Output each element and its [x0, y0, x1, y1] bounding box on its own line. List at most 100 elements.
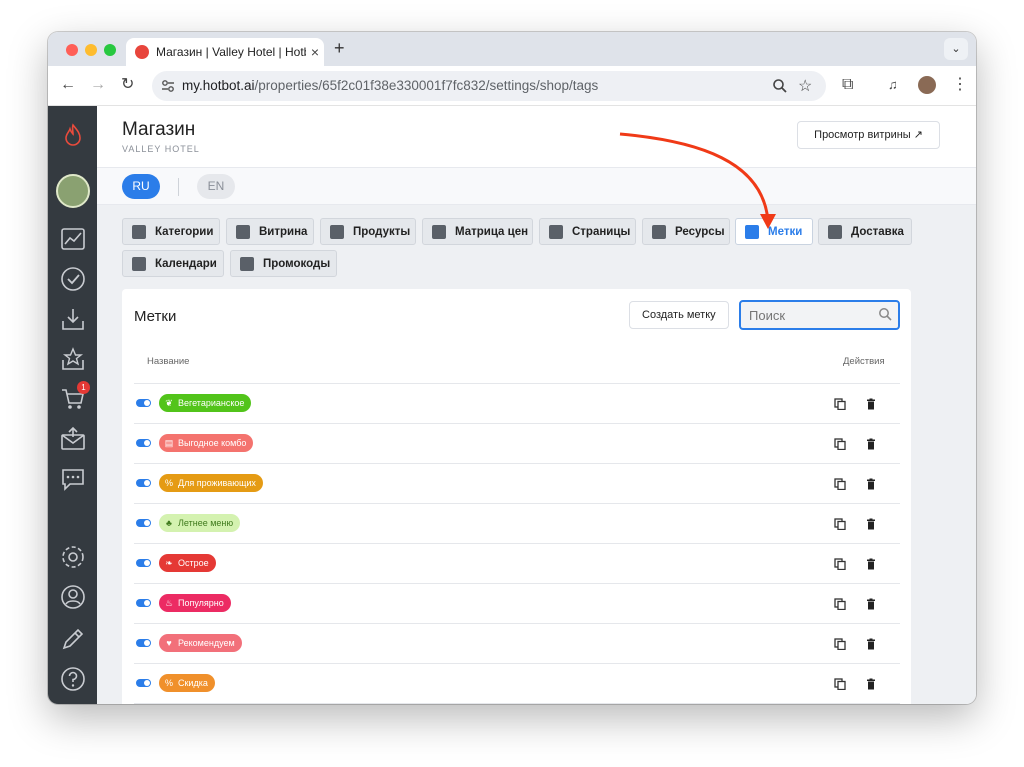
- fire-icon: ♨: [164, 598, 174, 608]
- profile-user-icon[interactable]: [60, 584, 86, 610]
- tag-enabled-toggle[interactable]: [136, 599, 151, 607]
- tag-enabled-toggle[interactable]: [136, 519, 151, 527]
- copy-icon[interactable]: [834, 598, 846, 610]
- table-row: ❧ Острое: [134, 544, 900, 584]
- browser-tab-title: Магазин | Valley Hotel | Hotbot: [156, 45, 306, 59]
- tag-badge: ♥ Рекомендуем: [159, 634, 242, 652]
- search-box: [739, 300, 900, 330]
- url-domain: my.hotbot.ai: [182, 78, 255, 93]
- mailing-envelope-icon[interactable]: [60, 426, 86, 452]
- media-control-icon[interactable]: ♫: [888, 74, 898, 96]
- minimize-window-button[interactable]: [85, 44, 97, 56]
- edit-pencil-icon[interactable]: [60, 626, 86, 652]
- copy-icon[interactable]: [834, 398, 846, 410]
- table-row: ♥ Рекомендуем: [134, 624, 900, 664]
- delete-trash-icon[interactable]: [865, 558, 877, 570]
- tag-name: Рекомендуем: [178, 638, 235, 648]
- create-tag-button[interactable]: Создать метку: [629, 301, 729, 329]
- copy-icon[interactable]: [834, 638, 846, 650]
- copy-icon[interactable]: [834, 518, 846, 530]
- annotation-arrow: [619, 132, 776, 229]
- delete-trash-icon[interactable]: [865, 678, 877, 690]
- url-path: /properties/65f2c01f38e330001f7fc832/set…: [254, 78, 599, 93]
- copy-icon[interactable]: [834, 678, 846, 690]
- tag-name: Для проживающих: [178, 478, 256, 488]
- browser-toolbar: ← → ↻ my.hotbot.ai/properties/65f2c01f38…: [48, 66, 976, 106]
- browser-menu-icon[interactable]: ⋮: [952, 74, 968, 96]
- tag-badge: % Скидка: [159, 674, 215, 692]
- tag-name: Летнее меню: [178, 518, 234, 528]
- leaf-icon: ❦: [165, 398, 173, 408]
- table-row: ♨ Популярно: [134, 584, 900, 624]
- tag-name: Популярно: [178, 598, 224, 608]
- back-icon[interactable]: ←: [60, 74, 76, 96]
- search-input[interactable]: [741, 302, 861, 328]
- promocodes-list-icon: [240, 256, 254, 271]
- site-settings-icon[interactable]: [161, 79, 175, 93]
- url-text: my.hotbot.ai/properties/65f2c01f38e33000…: [182, 78, 598, 93]
- tags-panel: Метки Создать метку Название Действия ❦ В…: [122, 289, 911, 704]
- tab-strip: Магазин | Valley Hotel | Hotbot × + ⌄: [48, 32, 976, 66]
- bookmark-star-icon[interactable]: ☆: [798, 76, 812, 96]
- percent-icon: %: [164, 678, 173, 688]
- extensions-icon[interactable]: ⧉: [842, 74, 853, 96]
- browser-tab[interactable]: Магазин | Valley Hotel | Hotbot ×: [126, 38, 324, 66]
- chat-icon[interactable]: [60, 466, 86, 492]
- tag-name: Скидка: [178, 678, 208, 688]
- delete-trash-icon[interactable]: [865, 638, 877, 650]
- sprout-icon: ♣: [166, 518, 172, 528]
- tag-enabled-toggle[interactable]: [136, 639, 151, 647]
- copy-icon[interactable]: [834, 438, 846, 450]
- tag-enabled-toggle[interactable]: [136, 399, 151, 407]
- help-question-icon[interactable]: [60, 666, 86, 692]
- tag-enabled-toggle[interactable]: [136, 679, 151, 687]
- inbox-download-icon[interactable]: [60, 306, 86, 332]
- heart-icon: ♥: [166, 638, 172, 648]
- copy-icon[interactable]: [834, 478, 846, 490]
- copy-icon[interactable]: [834, 558, 846, 570]
- delete-trash-icon[interactable]: [865, 518, 877, 530]
- hotbot-favicon-icon: [135, 45, 149, 59]
- tags-panel-title: Метки: [134, 308, 177, 325]
- profile-avatar[interactable]: [918, 76, 936, 94]
- settings-gear-icon[interactable]: [60, 544, 86, 570]
- column-header-actions: Действия: [843, 356, 885, 367]
- new-tab-icon[interactable]: +: [334, 38, 345, 59]
- tab-search-chevron-icon[interactable]: ⌄: [944, 38, 968, 60]
- close-window-button[interactable]: [66, 44, 78, 56]
- delete-trash-icon[interactable]: [865, 598, 877, 610]
- maximize-window-button[interactable]: [104, 44, 116, 56]
- app-area: 1 Магазин VALLEY HOTEL Просмотр витрины …: [48, 106, 976, 704]
- search-icon: [879, 308, 892, 321]
- tag-enabled-toggle[interactable]: [136, 439, 151, 447]
- table-row: ❦ Вегетарианское: [134, 384, 900, 424]
- tag-name: Острое: [178, 558, 209, 568]
- combo-icon: ▤: [164, 438, 174, 448]
- reviews-star-icon[interactable]: [60, 346, 86, 372]
- close-tab-icon[interactable]: ×: [306, 44, 324, 60]
- table-row: % Для проживающих: [134, 464, 900, 504]
- reload-icon[interactable]: ↻: [121, 74, 134, 96]
- tag-enabled-toggle[interactable]: [136, 479, 151, 487]
- forward-icon[interactable]: →: [90, 74, 106, 96]
- address-bar[interactable]: my.hotbot.ai/properties/65f2c01f38e33000…: [152, 71, 826, 101]
- tag-badge: ❦ Вегетарианское: [159, 394, 252, 412]
- tag-badge: ▤ Выгодное комбо: [159, 434, 254, 452]
- delete-trash-icon[interactable]: [865, 398, 877, 410]
- tab-label: Промокоды: [263, 257, 331, 270]
- tags-list: ❦ Вегетарианское ▤ Выгодное комбо% Для прожи…: [134, 383, 900, 704]
- tab-label: Календари: [155, 257, 217, 270]
- table-row: % Скидка: [134, 664, 900, 704]
- delete-trash-icon[interactable]: [865, 438, 877, 450]
- tag-badge: % Для проживающих: [159, 474, 263, 492]
- browser-window: Магазин | Valley Hotel | Hotbot × + ⌄ ← …: [48, 32, 976, 704]
- column-header-name: Название: [147, 356, 190, 367]
- tag-enabled-toggle[interactable]: [136, 559, 151, 567]
- tasks-check-icon[interactable]: [60, 266, 86, 292]
- tag-badge: ♣ Летнее меню: [159, 514, 241, 532]
- table-row: ♣ Летнее меню: [134, 504, 900, 544]
- delete-trash-icon[interactable]: [865, 478, 877, 490]
- tag-badge: ♨ Популярно: [159, 594, 231, 612]
- tag-name: Выгодное комбо: [178, 438, 247, 448]
- zoom-icon[interactable]: [772, 78, 788, 94]
